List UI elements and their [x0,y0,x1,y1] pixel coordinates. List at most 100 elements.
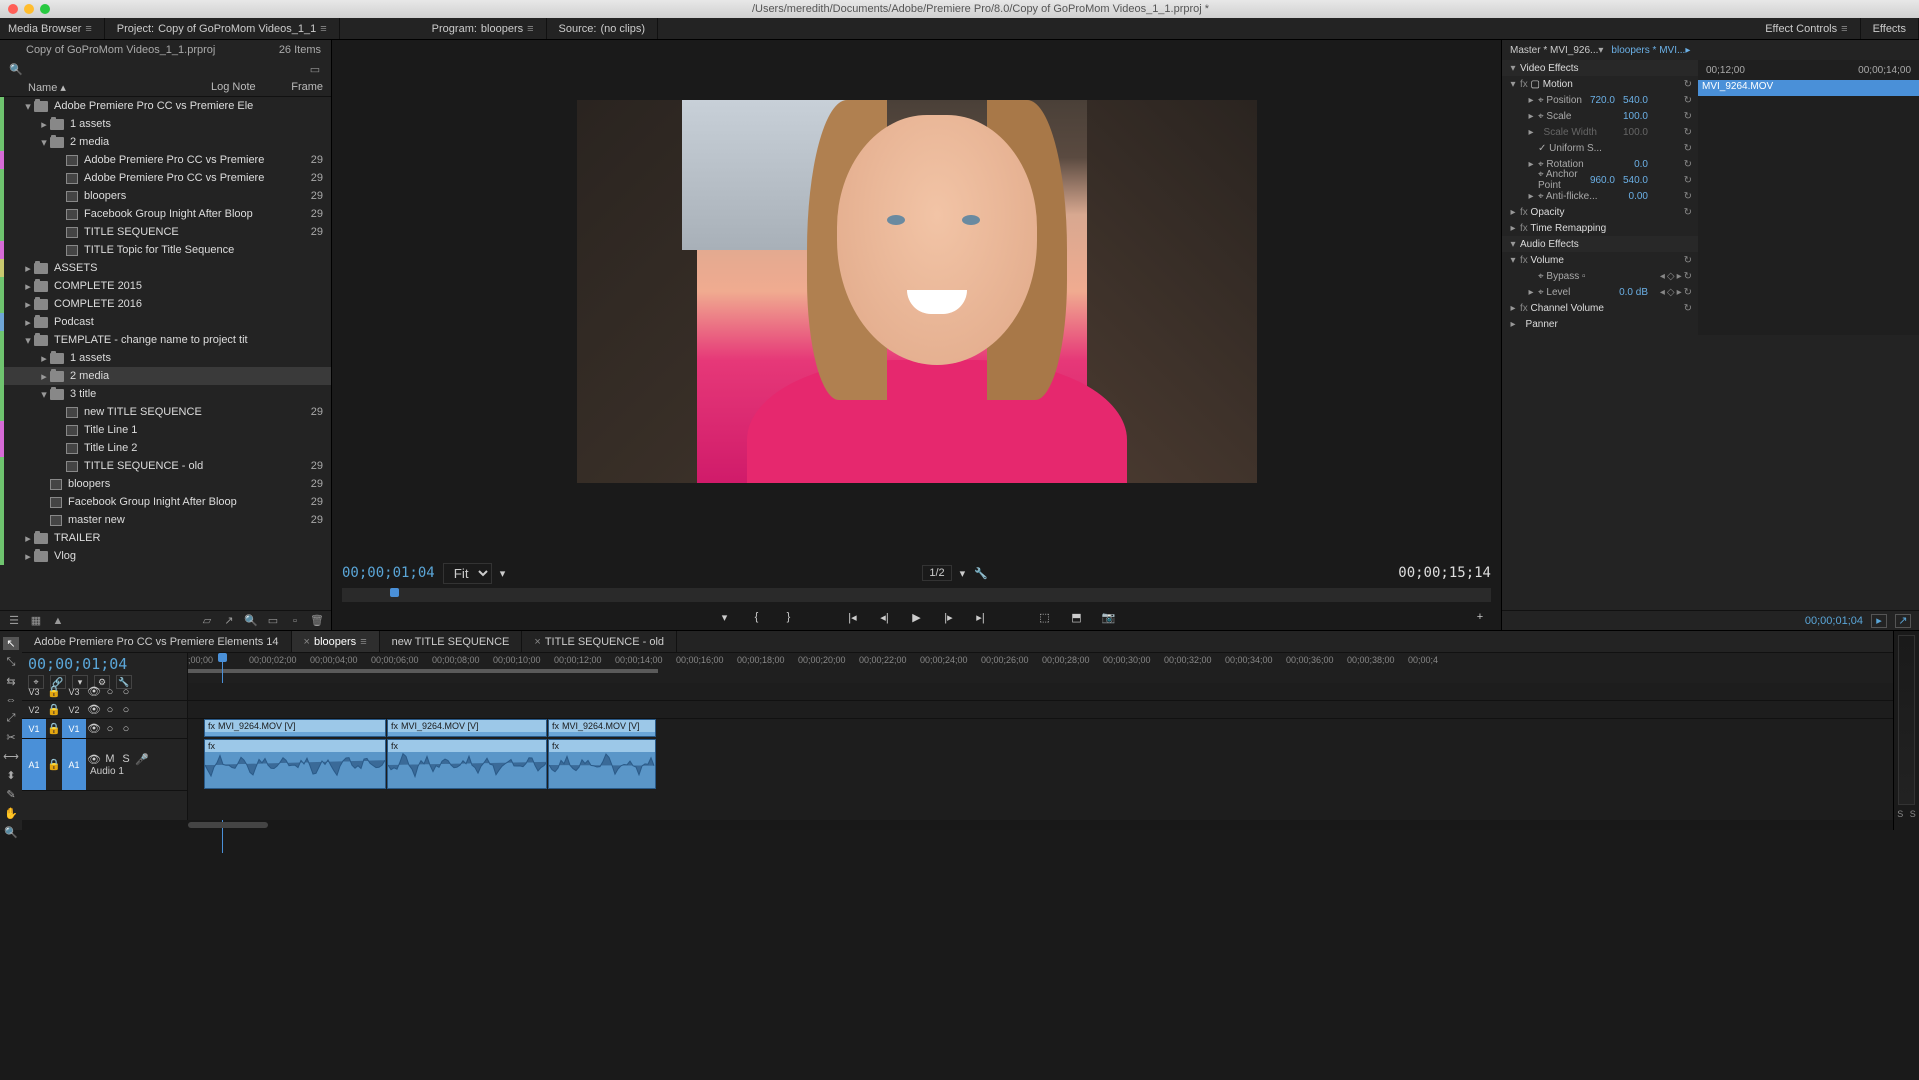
new-item-icon[interactable]: ▫ [287,613,303,629]
sequence-tab[interactable]: × bloopers ≡ [292,631,380,652]
bin-row[interactable]: ▾3 title [0,385,331,403]
resolution-select[interactable]: 1/2 [922,565,951,581]
ec-property-row[interactable]: ✓ Uniform S...↻ [1502,140,1698,156]
bin-row[interactable]: ▾TEMPLATE - change name to project tit [0,331,331,349]
chevron-down-icon[interactable]: ▾ [1598,45,1603,56]
ec-mini-timeline[interactable]: 00;12;00 00;00;14;00 MVI_9264.MOV [1698,60,1919,335]
bin-row[interactable]: ▸Podcast [0,313,331,331]
close-window-icon[interactable] [8,4,18,14]
slip-tool-icon[interactable]: ⟷ [3,750,19,763]
twirl-icon[interactable]: ▾ [22,334,34,347]
ec-sequence-clip[interactable]: bloopers * MVI... [1611,45,1685,56]
zoom-select[interactable]: Fit [443,563,492,584]
tab-source[interactable]: Source: (no clips) [547,18,659,39]
bin-row[interactable]: ▸TRAILER [0,529,331,547]
slide-tool-icon[interactable]: ⬍ [3,769,19,782]
program-in-timecode[interactable]: 00;00;01;04 [342,565,435,581]
item-row[interactable]: Facebook Group Inight After Bloop29 [0,493,331,511]
bin-row[interactable]: ▸2 media [0,367,331,385]
item-row[interactable]: TITLE Topic for Title Sequence [0,241,331,259]
video-clip[interactable]: fxMVI_9264.MOV [V] [387,719,547,737]
zoom-slider-icon[interactable]: ▱ [199,613,215,629]
bin-row[interactable]: ▸1 assets [0,349,331,367]
track-header-v2[interactable]: V2🔒 V2👁○○ [22,701,187,719]
ec-property-row[interactable]: ▸fx Opacity↻ [1502,204,1698,220]
automate-icon[interactable]: ↗ [221,613,237,629]
twirl-icon[interactable]: ▸ [22,262,34,275]
ec-property-row[interactable]: ▸⌖ Position720.0540.0↻ [1502,92,1698,108]
item-row[interactable]: Adobe Premiere Pro CC vs Premiere29 [0,169,331,187]
ec-property-row[interactable]: ▸fx Time Remapping [1502,220,1698,236]
ripple-tool-icon[interactable]: ⇆ [3,675,19,688]
work-area-bar[interactable] [188,669,658,673]
lock-icon[interactable]: 🔒 [46,722,62,735]
reset-icon[interactable]: ↻ [1684,191,1692,202]
sort-asc-icon[interactable]: ▴ [60,82,66,94]
bin-row[interactable]: ▾Adobe Premiere Pro CC vs Premiere Ele [0,97,331,115]
timeline-timecode[interactable]: 00;00;01;04 [28,655,181,673]
ec-property-row[interactable]: ▸fx Channel Volume↻ [1502,300,1698,316]
tab-effect-controls[interactable]: Effect Controls ≡ [1753,18,1860,39]
reset-icon[interactable]: ↻ [1684,255,1692,266]
reset-icon[interactable]: ↻ [1684,111,1692,122]
add-marker-icon[interactable]: ▾ [716,608,734,626]
zoom-chevron-icon[interactable]: ▾ [500,567,506,580]
twirl-icon[interactable]: ▾ [22,100,34,113]
ec-property-row[interactable]: ▸⌖ Level0.0 dB◂◇▸↻ [1502,284,1698,300]
eye-icon[interactable]: 👁 [86,685,102,698]
item-row[interactable]: TITLE SEQUENCE29 [0,223,331,241]
twirl-icon[interactable]: ▸ [22,280,34,293]
bin-row[interactable]: ▸COMPLETE 2016 [0,295,331,313]
ec-property-row[interactable]: ▸⌖ Scale100.0↻ [1502,108,1698,124]
ec-property-row[interactable]: ▸⌖ Rotation0.0↻ [1502,156,1698,172]
twirl-icon[interactable]: ▸ [38,118,50,131]
sequence-tab[interactable]: Adobe Premiere Pro CC vs Premiere Elemen… [22,631,292,652]
reset-icon[interactable]: ↻ [1684,95,1692,106]
wrench-icon[interactable]: 🔧 [973,565,989,581]
zoom-tool-icon[interactable]: 🔍 [3,826,19,839]
ec-property-row[interactable]: ▸ Scale Width100.0↻ [1502,124,1698,140]
timeline-ruler[interactable]: ;00;0000;00;02;0000;00;04;0000;00;06;000… [188,653,1893,683]
item-row[interactable]: Adobe Premiere Pro CC vs Premiere29 [0,151,331,169]
mark-in-icon[interactable]: { [748,608,766,626]
video-clip[interactable]: fxMVI_9264.MOV [V] [548,719,656,737]
tab-effects[interactable]: Effects [1861,18,1919,39]
step-fwd-icon[interactable]: |▸ [940,608,958,626]
reset-icon[interactable]: ↻ [1684,207,1692,218]
freeform-view-icon[interactable]: ▲ [50,613,66,629]
item-row[interactable]: bloopers29 [0,187,331,205]
ec-property-row[interactable]: ▸⌖ Anti-flicke...0.00↻ [1502,188,1698,204]
ec-property-row[interactable]: ▾Audio Effects [1502,236,1698,252]
ec-timecode[interactable]: 00;00;01;04 [1805,615,1863,627]
bin-row[interactable]: ▸COMPLETE 2015 [0,277,331,295]
razor-tool-icon[interactable]: ✂ [3,731,19,744]
track-header-a1[interactable]: A1🔒 A1 👁MS🎤 Audio 1 [22,739,187,791]
item-row[interactable]: master new29 [0,511,331,529]
go-to-in-icon[interactable]: |◂ [844,608,862,626]
tab-program[interactable]: Program: bloopers ≡ [420,18,547,39]
item-row[interactable]: Title Line 1 [0,421,331,439]
reset-icon[interactable]: ↻ [1684,127,1692,138]
res-chevron-icon[interactable]: ▾ [960,567,966,580]
twirl-icon[interactable]: ▾ [38,136,50,149]
delete-icon[interactable]: 🗑 [309,613,325,629]
play-icon[interactable]: ▶ [908,608,926,626]
sequence-tab[interactable]: × TITLE SEQUENCE - old [522,631,677,652]
ec-property-row[interactable]: ▸ Panner [1502,316,1698,332]
bin-row[interactable]: ▸ASSETS [0,259,331,277]
item-row[interactable]: TITLE SEQUENCE - old29 [0,457,331,475]
lock-icon[interactable]: 🔒 [46,758,62,771]
ec-zoom-in-icon[interactable]: ▸ [1871,614,1887,628]
zoom-window-icon[interactable] [40,4,50,14]
mark-out-icon[interactable]: } [780,608,798,626]
track-select-tool-icon[interactable]: ⤡ [3,656,19,669]
find-icon[interactable]: 🔍 [243,613,259,629]
new-bin-btn-icon[interactable]: ▭ [265,613,281,629]
new-bin-icon[interactable]: ▭ [307,61,323,77]
close-tab-icon[interactable]: × [534,636,540,648]
ec-zoom-out-icon[interactable]: ↗ [1895,614,1911,628]
reset-icon[interactable]: ↻ [1684,175,1692,186]
rolling-tool-icon[interactable]: ⇔ [3,694,19,706]
search-icon[interactable]: 🔍 [8,61,24,77]
list-view-icon[interactable]: ☰ [6,613,22,629]
